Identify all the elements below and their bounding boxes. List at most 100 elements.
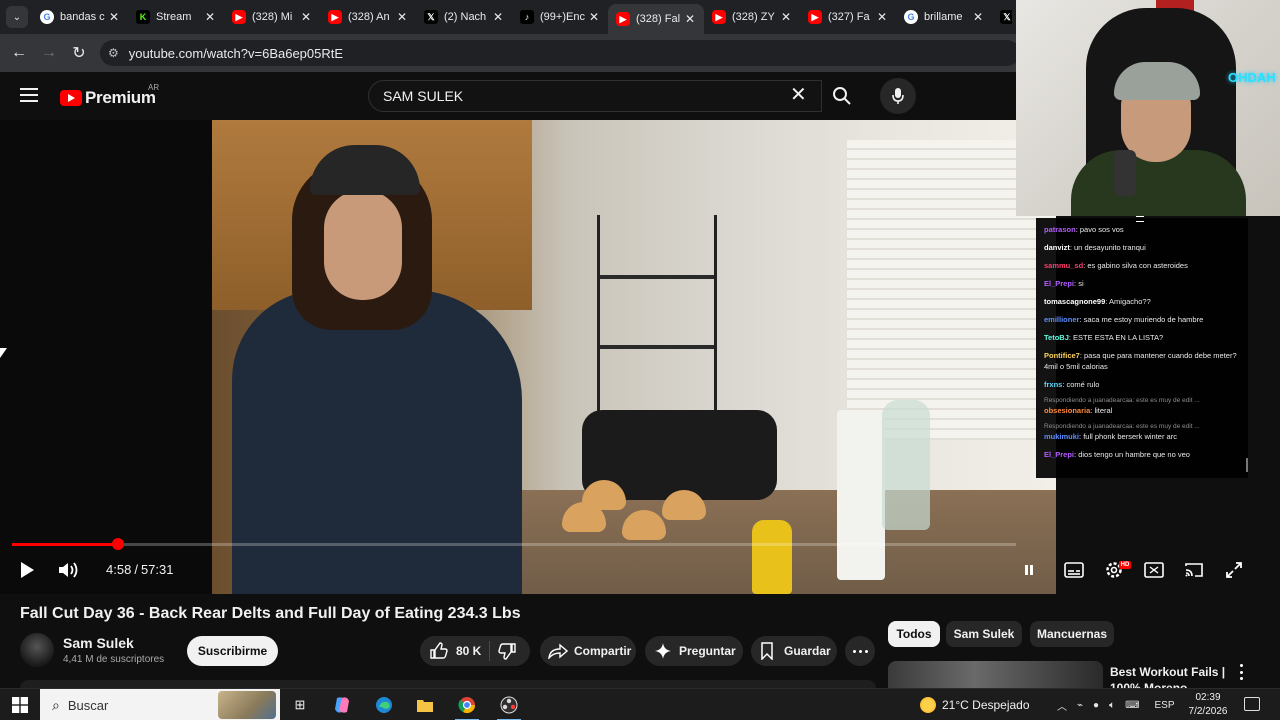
more-actions-button[interactable] (845, 636, 875, 666)
like-button[interactable] (430, 642, 448, 660)
browser-tab[interactable]: K Stream ✕ (128, 0, 224, 34)
description-box[interactable] (20, 680, 876, 688)
chat-message: mukimuki: full phonk berserk winter arc (1044, 432, 1177, 441)
obs-icon[interactable] (489, 693, 529, 720)
tab-close-icon[interactable]: ✕ (586, 10, 602, 24)
usb-icon[interactable]: ⌁ (1077, 700, 1083, 711)
ask-button[interactable]: Preguntar (645, 636, 743, 666)
chat-username[interactable]: patrason (1044, 225, 1076, 234)
chat-filter-icon[interactable] (1136, 216, 1144, 222)
progress-bar[interactable] (12, 538, 1016, 550)
chat-username[interactable]: TetoBJ (1044, 333, 1069, 342)
chat-username[interactable]: frxns (1044, 380, 1062, 389)
filter-chip[interactable]: Mancuernas (1030, 621, 1114, 647)
tab-search-button[interactable]: ⌄ (6, 6, 28, 28)
chat-username[interactable]: tomascagnone99 (1044, 297, 1105, 306)
subtitles-button[interactable] (1061, 558, 1087, 582)
tab-close-icon[interactable]: ✕ (682, 12, 698, 26)
video-player[interactable] (0, 120, 1056, 594)
site-info-icon[interactable]: ⚙ (108, 46, 119, 60)
browser-tab[interactable]: ▶ (328) Fal ✕ (608, 4, 704, 34)
chat-text: es gabino silva con asteroides (1087, 261, 1188, 270)
channel-avatar[interactable] (20, 633, 54, 667)
recommendation-menu-button[interactable] (1234, 664, 1248, 680)
chat-username[interactable]: danvizt (1044, 243, 1070, 252)
chrome-icon[interactable] (447, 693, 487, 720)
current-time: 4:58 (106, 562, 132, 577)
system-clock[interactable]: 02:39 7/2/2026 (1185, 691, 1231, 719)
miniplayer-button[interactable] (1141, 558, 1167, 582)
chat-username[interactable]: emillioner (1044, 315, 1079, 324)
browser-tab[interactable]: ▶ (328) An ✕ (320, 0, 416, 34)
share-button[interactable]: Compartir (540, 636, 636, 666)
search-input[interactable]: SAM SULEK (368, 80, 822, 112)
fullscreen-button[interactable] (1221, 558, 1247, 582)
recommendation-thumbnail[interactable] (888, 661, 1103, 689)
chat-scrollbar[interactable] (1246, 458, 1248, 472)
chat-username[interactable]: mukimuki (1044, 432, 1079, 441)
back-icon[interactable]: ← (4, 44, 34, 62)
menu-icon[interactable] (20, 88, 38, 102)
task-view-icon[interactable]: ⊞ (288, 693, 312, 717)
reload-icon[interactable]: ↻ (64, 43, 94, 63)
search-button[interactable] (822, 80, 862, 112)
chat-username[interactable]: El_Prepi (1044, 450, 1074, 459)
notification-icon[interactable] (1244, 697, 1260, 711)
cast-button[interactable] (1181, 558, 1207, 582)
copilot-icon[interactable] (330, 693, 354, 717)
tab-close-icon[interactable]: ✕ (394, 10, 410, 24)
subscribe-button[interactable]: Suscribirme (187, 636, 278, 666)
filter-chip[interactable]: Sam Sulek (946, 621, 1022, 647)
language-indicator[interactable]: ESP (1155, 700, 1175, 711)
address-bar[interactable]: ⚙ youtube.com/watch?v=6Ba6ep05RtE (100, 40, 1020, 66)
volume-tray-icon[interactable]: 🔈︎ (1109, 700, 1115, 711)
tab-close-icon[interactable]: ✕ (106, 10, 122, 24)
chat-username[interactable]: sammu_sd (1044, 261, 1083, 270)
tab-close-icon[interactable]: ✕ (490, 10, 506, 24)
tab-close-icon[interactable]: ✕ (202, 10, 218, 24)
scrubber-handle[interactable] (112, 538, 124, 550)
tab-close-icon[interactable]: ✕ (970, 10, 986, 24)
youtube-logo[interactable]: Premium AR (60, 83, 159, 108)
browser-tab[interactable]: Gbrillame ✕ (896, 0, 992, 34)
taskbar-search[interactable]: ⌕ Buscar (40, 689, 280, 720)
play-button[interactable] (14, 558, 40, 582)
browser-tab[interactable]: 𝕏 (2) Nach ✕ (416, 0, 512, 34)
volume-button[interactable] (56, 558, 82, 582)
windows-start-button[interactable] (10, 693, 30, 717)
autoplay-toggle[interactable] (1016, 558, 1042, 582)
chat-username[interactable]: Pontifice7 (1044, 351, 1080, 360)
channel-name[interactable]: Sam Sulek (63, 635, 134, 651)
tab-close-icon[interactable]: ✕ (298, 10, 314, 24)
tab-close-icon[interactable]: ✕ (874, 10, 890, 24)
browser-tab[interactable]: Gbandas c ✕ (32, 0, 128, 34)
save-button[interactable]: Guardar (751, 636, 837, 666)
tiktok-icon: ♪ (520, 10, 534, 24)
clear-search-icon[interactable]: ✕ (790, 85, 807, 105)
chat-text: literal (1094, 406, 1113, 415)
x-icon: 𝕏 (1000, 10, 1012, 24)
chat-message: frxns: comé rulo (1044, 380, 1100, 389)
show-hidden-icons-icon[interactable]: ︿ (1057, 698, 1067, 713)
browser-tab[interactable]: ▶ (328) ZY ✕ (704, 0, 800, 34)
mic-tray-icon[interactable]: ● (1093, 700, 1099, 711)
browser-tab[interactable]: ▶ (327) Fa ✕ (800, 0, 896, 34)
recommendation-title[interactable]: Best Workout Fails | 100% Moreno (1110, 664, 1230, 688)
edge-icon[interactable] (372, 693, 396, 717)
browser-tab[interactable]: ♪ (99+)Enc ✕ (512, 0, 608, 34)
network-icon[interactable]: ⌨ (1125, 700, 1139, 711)
google-icon: G (40, 10, 54, 24)
weather-widget[interactable]: 21°C Despejado (920, 689, 1030, 720)
forward-icon[interactable]: → (34, 44, 64, 62)
file-explorer-icon[interactable] (413, 693, 437, 717)
chat-username[interactable]: El_Prepi (1044, 279, 1074, 288)
chat-username[interactable]: obsesionaria (1044, 406, 1090, 415)
sun-icon (920, 697, 936, 713)
browser-tab[interactable]: ▶ (328) Mi ✕ (224, 0, 320, 34)
voice-search-button[interactable] (880, 78, 916, 114)
tab-x-partial[interactable]: 𝕏 (992, 0, 1012, 34)
filter-chip[interactable]: Todos (888, 621, 940, 647)
tab-close-icon[interactable]: ✕ (778, 10, 794, 24)
person-in-video (232, 140, 532, 594)
dislike-button[interactable] (498, 642, 517, 660)
